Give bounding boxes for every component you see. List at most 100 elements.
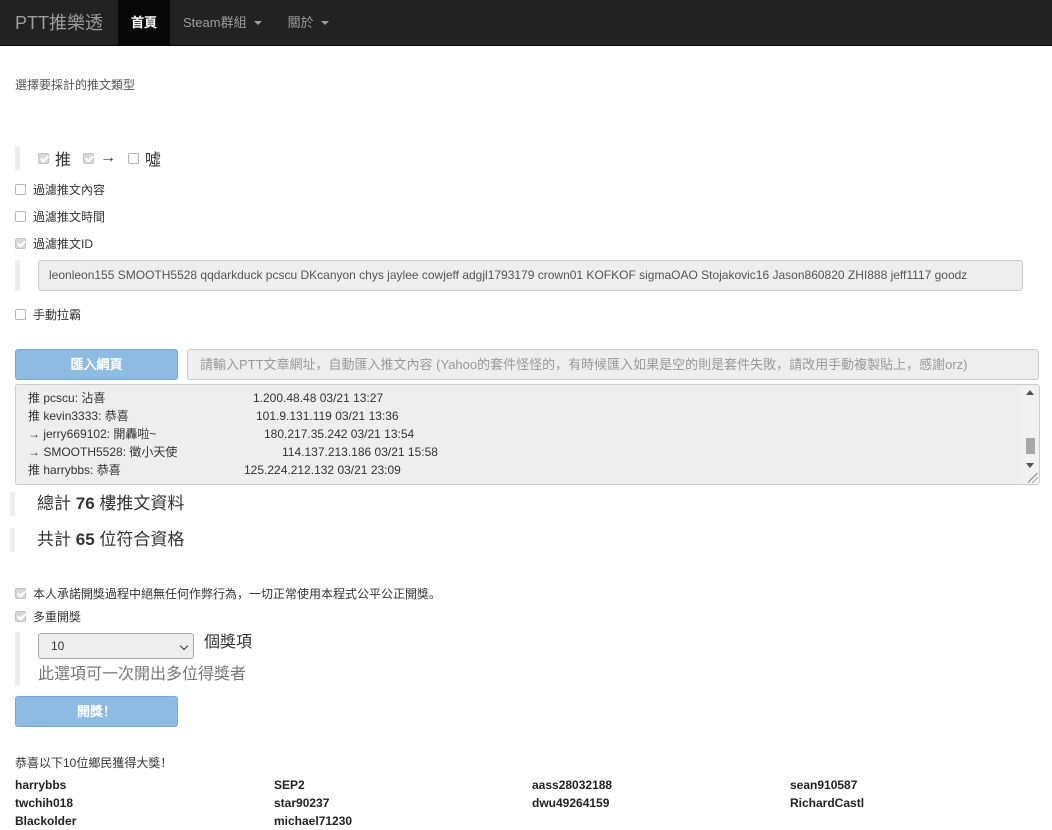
resize-grip-icon[interactable] [1028,473,1038,483]
comment-user: pcscu [43,391,75,405]
nav-home[interactable]: 首頁 [118,0,171,45]
textarea-scrollbar[interactable] [1022,385,1039,484]
multi-draw-hint: 此選項可一次開出多位得獎者 [38,666,247,683]
comment-line: 推 pcscu: 沾喜 1.200.48.48 03/21 13:27 [28,391,384,405]
filter-time-checkbox[interactable] [15,211,26,222]
comments-textarea[interactable]: 推 pcscu: 沾喜 1.200.48.48 03/21 13:27 推 ke… [15,384,1040,485]
chevron-down-icon [179,641,189,651]
type-boo-checkbox[interactable] [128,152,140,164]
comment-date: 03/21 [350,427,381,441]
type-boo-label: 噓 [145,152,162,169]
comment-ip: 114.137.213.186 [282,445,372,459]
ptt-url-input[interactable]: 請輸入PTT文章網址，自動匯入推文內容 (Yahoo的套件怪怪的，有時候匯入如果… [187,349,1039,380]
multi-draw-label: 多重開獎 [33,610,82,624]
nav-about-label: 關於 [287,14,314,30]
comment-type: 推 [28,463,41,477]
comment-line: → SMOOTH5528: 徵小天使 114.137.213.186 03/21… [28,445,438,459]
multi-draw-checkbox[interactable] [15,611,26,622]
winner-name: twchih018 [15,796,74,810]
comment-time: 15:58 [407,445,438,459]
type-arrow-label: → [100,149,117,166]
filter-id-checkbox[interactable] [15,238,26,249]
filter-time-option[interactable]: 過濾推文時間 [15,208,105,225]
filter-time-label: 過濾推文時間 [33,210,106,224]
type-arrow-checkbox[interactable] [83,152,95,164]
filter-content-label: 過濾推文內容 [33,183,106,197]
brand-logo[interactable]: PTT推樂透 [0,0,118,45]
filter-id-option[interactable]: 過濾推文ID [15,235,93,252]
manual-blacklist-option[interactable]: 手動拉霸 [15,306,81,323]
qualified-users-stat: 共計 65 位符合資格 [10,528,184,552]
manual-blacklist-checkbox[interactable] [15,309,26,320]
scroll-down-arrow-icon[interactable] [1026,463,1034,468]
filter-content-option[interactable]: 過濾推文內容 [15,181,105,198]
scroll-up-arrow-icon[interactable] [1026,390,1034,395]
comment-ip: 101.9.131.119 [256,409,332,423]
comment-type: → [28,445,40,459]
top-navbar: PTT推樂透 首頁 Steam群組 關於 [0,0,1052,46]
comment-meta: 114.137.213.186 03/21 15:58 [282,443,438,461]
comment-meta: 1.200.48.48 03/21 13:27 [253,389,383,407]
winner-name: star90237 [274,796,330,810]
caret-down-icon [253,20,262,25]
comment-text: 恭喜 [104,409,129,423]
comment-time: 13:27 [353,391,384,405]
winner-name: michael71230 [274,814,353,828]
multi-draw-option[interactable]: 多重開獎 [15,608,81,625]
comment-user: SMOOTH5528 [43,445,123,459]
nav-about[interactable]: 關於 [275,0,342,45]
winner-name: Blackolder [15,814,77,828]
id-filter-input[interactable]: leonleon155 SMOOTH5528 qqdarkduck pcscu … [38,260,1023,291]
filter-content-checkbox[interactable] [15,184,26,195]
comment-line: → jerry669102: 開轟啦~ 180.217.35.242 03/21… [28,427,415,441]
filter-id-label: 過濾推文ID [33,237,94,251]
comment-line: 推 kevin3333: 恭喜 101.9.131.119 03/21 13:3… [28,409,399,423]
comment-time: 13:36 [368,409,399,423]
nav-steam-group[interactable]: Steam群組 [170,0,275,45]
id-filter-block: leonleon155 SMOOTH5528 qqdarkduck pcscu … [15,260,1023,291]
winner-name: sean910587 [790,778,858,792]
caret-down-icon [320,20,329,25]
scroll-thumb[interactable] [1026,438,1035,454]
comment-date: 03/21 [319,391,350,405]
multi-draw-block [15,632,38,686]
type-arrow-option[interactable]: → [83,149,116,167]
winner-name: aass28032188 [532,778,613,792]
pledge-option[interactable]: 本人承諾開獎過程中絕無任何作弊行為，一切正常使用本程式公平公正開獎。 [15,585,441,602]
type-push-checkbox[interactable] [38,152,49,164]
comment-date: 03/21 [374,445,405,459]
comment-meta: 180.217.35.242 03/21 13:54 [264,425,414,443]
comment-time: 13:54 [384,427,415,441]
qualified-suffix: 位符合資格 [99,530,185,549]
comment-ip: 125.224.212.132 [244,463,335,477]
comment-text: 徵小天使 [129,445,178,459]
manual-blacklist-label: 手動拉霸 [33,308,82,322]
type-push-option[interactable]: 推 [38,146,71,170]
comment-ip: 180.217.35.242 [264,427,348,441]
comment-user: jerry669102 [43,427,107,441]
comment-user: kevin3333 [43,409,99,423]
draw-button[interactable]: 開獎！ [15,696,178,727]
comment-text: 沾喜 [81,391,106,405]
type-boo-option[interactable]: 噓 [128,146,161,170]
comment-type-label: 選擇要採計的推文類型 [15,78,136,92]
nav-steam-group-label: Steam群組 [183,14,247,30]
award-count-value: 10 [51,639,65,653]
pledge-checkbox[interactable] [15,588,26,599]
comment-user: harrybbs [43,463,91,477]
import-page-button[interactable]: 匯入網頁 [15,349,178,380]
winner-name: SEP2 [274,778,305,792]
total-suffix: 樓推文資料 [99,494,185,513]
comment-date: 03/21 [337,463,368,477]
qualified-count: 65 [75,530,95,549]
award-count-select[interactable]: 10 [38,633,194,659]
comment-meta: 101.9.131.119 03/21 13:36 [256,407,399,425]
qualified-prefix: 共計 [37,530,71,549]
comment-meta: 125.224.212.132 03/21 23:09 [244,461,401,479]
comment-text: 開轟啦~ [113,427,157,441]
total-comments-stat: 總計 76 樓推文資料 [10,492,184,516]
pledge-label: 本人承諾開獎過程中絕無任何作弊行為，一切正常使用本程式公平公正開獎。 [33,587,442,601]
nav-home-label: 首頁 [131,14,158,30]
comment-date: 03/21 [335,409,366,423]
winner-name: harrybbs [15,778,67,792]
